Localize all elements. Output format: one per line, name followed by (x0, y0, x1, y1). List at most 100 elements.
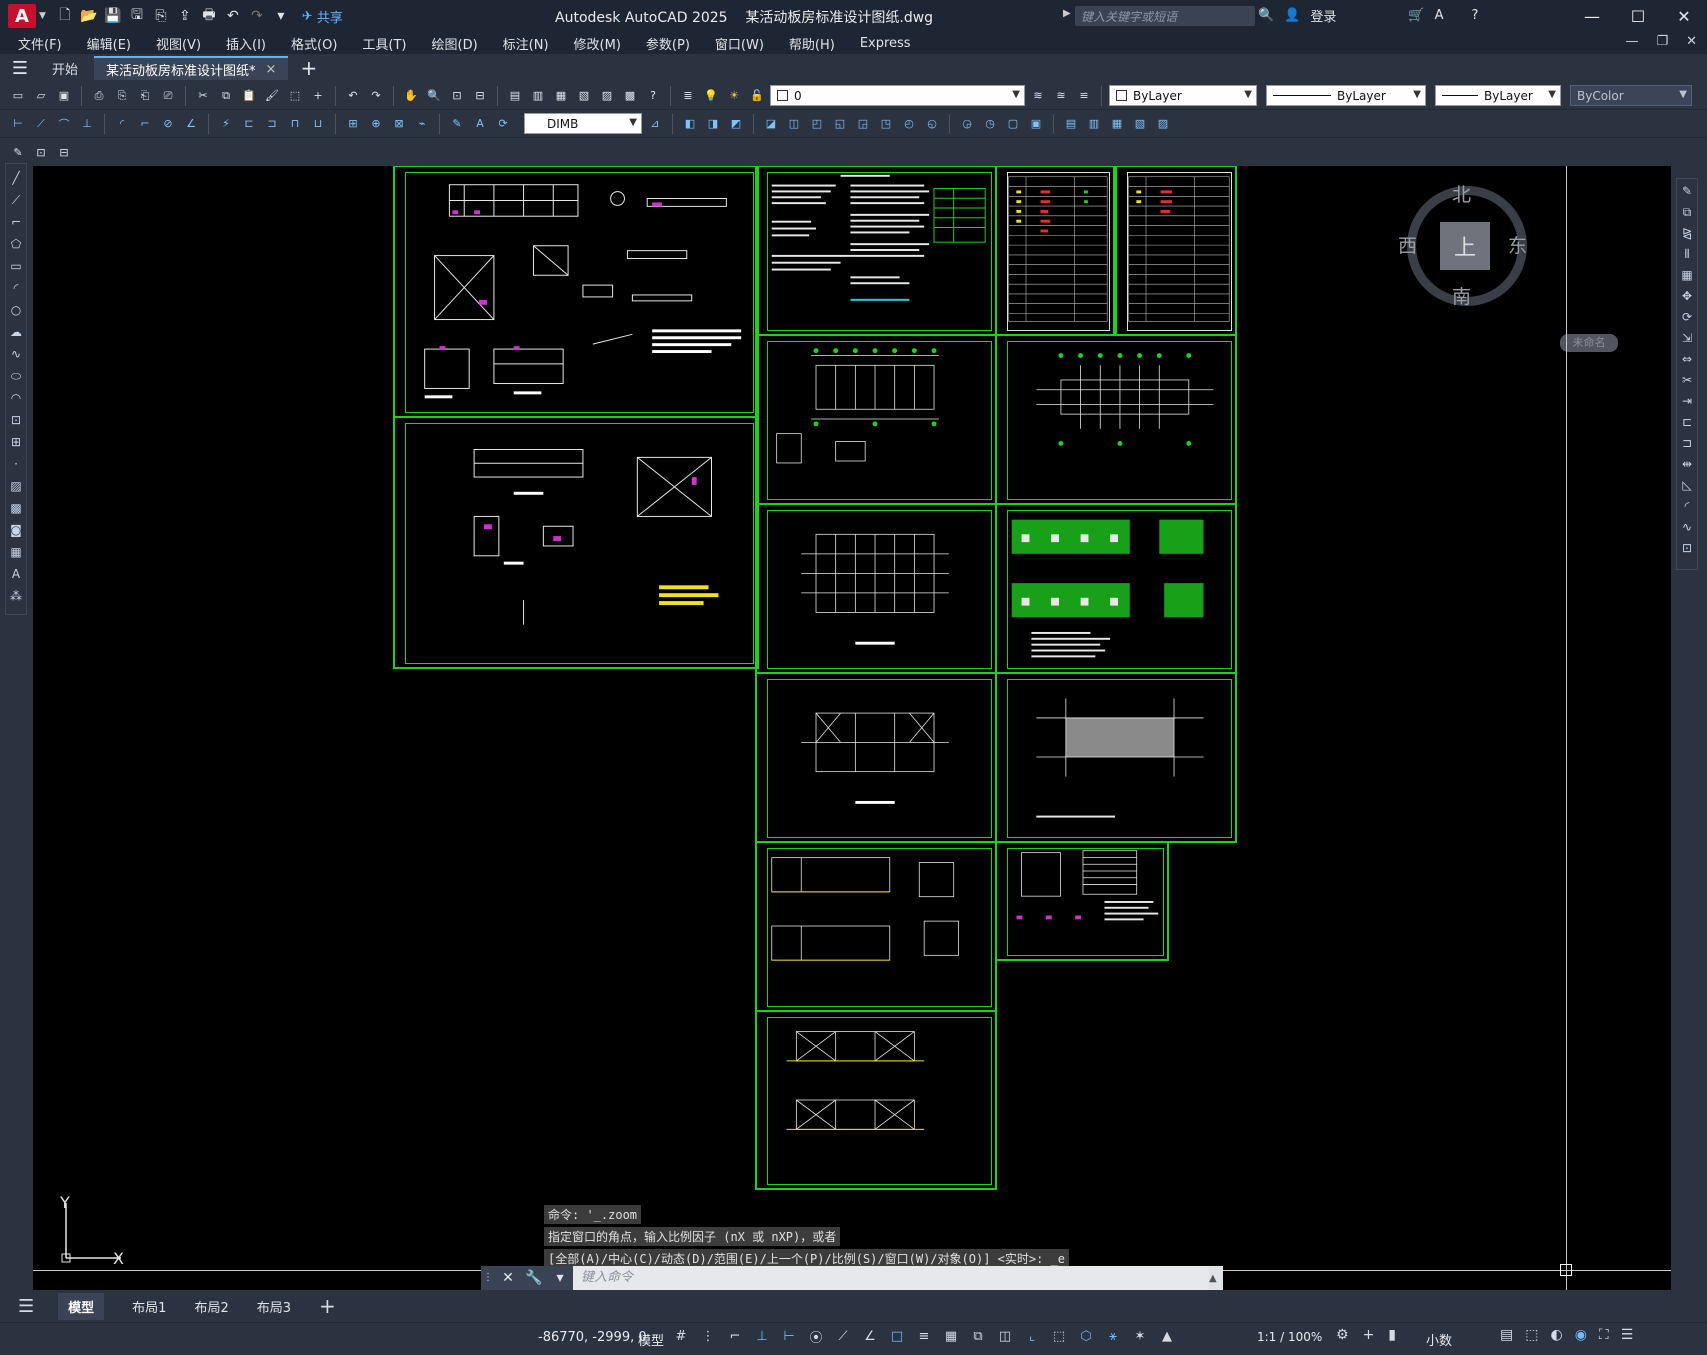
polar-tracking-icon[interactable]: ⦿ (807, 1327, 825, 1346)
extrude-faces-icon[interactable]: ◪ (761, 114, 781, 134)
zoom-previous-icon[interactable]: ⊟ (470, 86, 490, 106)
snap-icon[interactable]: ⋮ (699, 1327, 717, 1345)
rotate-icon[interactable]: ⟳ (1679, 309, 1695, 325)
check-icon[interactable]: ▤ (1061, 114, 1081, 134)
auto-scale-icon[interactable]: ✶ (1131, 1327, 1149, 1345)
viewcube-top-face[interactable]: 上 (1440, 222, 1490, 270)
recent-commands-icon[interactable]: ▾ (547, 1266, 573, 1290)
loft-icon[interactable]: ▨ (1153, 114, 1173, 134)
diameter-dim-icon[interactable]: ⊘ (158, 114, 178, 134)
copy-faces-icon[interactable]: ◴ (899, 114, 919, 134)
drawing-sheet[interactable] (755, 841, 997, 1012)
transparency-icon[interactable]: ▦ (942, 1327, 960, 1345)
offset-icon[interactable]: ⫴ (1679, 246, 1695, 262)
tab-model[interactable]: 模型 (58, 1292, 105, 1320)
viewcube-west[interactable]: 西 (1398, 231, 1417, 258)
match-properties-icon[interactable]: 🖌 (262, 86, 282, 106)
menu-insert[interactable]: 插入(I) (226, 34, 266, 53)
tool-palettes-icon[interactable]: ▦ (551, 86, 571, 106)
dynamic-ucs-icon[interactable]: ⌞ (1023, 1327, 1041, 1345)
annotation-visibility-icon[interactable]: ⚹ (1104, 1327, 1122, 1345)
drawing-sheet[interactable] (755, 334, 997, 505)
drawing-sheet[interactable] (995, 503, 1237, 674)
add-icon[interactable]: + (308, 86, 328, 106)
menu-view[interactable]: 视图(V) (156, 34, 201, 53)
dim-edit-icon[interactable]: ✎ (447, 114, 467, 134)
save-toolbar-icon[interactable]: ▣ (54, 86, 74, 106)
doc-close-icon[interactable]: ✕ (1686, 34, 1697, 49)
jogged-dim-icon[interactable]: ⌐ (135, 114, 155, 134)
ordinate-dim-icon[interactable]: ⊥ (77, 114, 97, 134)
infer-constraints-icon[interactable]: ⊥ (753, 1327, 771, 1345)
region-icon[interactable]: ◙ (8, 522, 24, 538)
layer-properties-icon[interactable]: ≣ (678, 86, 698, 106)
search-expand-icon[interactable]: ▶ (1063, 8, 1071, 19)
sheet-set-icon[interactable]: ▧ (574, 86, 594, 106)
menu-dimension[interactable]: 标注(N) (503, 34, 549, 53)
table-icon[interactable]: ▦ (8, 544, 24, 560)
gizmo-icon[interactable]: ⬡ (1077, 1327, 1095, 1345)
baseline-dim-icon[interactable]: ⊏ (239, 114, 259, 134)
cut-icon[interactable]: ✂ (193, 86, 213, 106)
drawing-sheet[interactable] (755, 672, 997, 843)
cart-icon[interactable]: 🛒 (1408, 8, 1424, 23)
hatch-icon[interactable]: ▨ (8, 478, 24, 494)
plot-icon[interactable]: 🖶 (200, 7, 218, 25)
properties-icon[interactable]: ▤ (505, 86, 525, 106)
linetype-dropdown[interactable]: ByLayer ▼ (1266, 85, 1426, 106)
insert-block-icon[interactable]: ⊡ (8, 412, 24, 428)
close-window-icon[interactable]: ✕ (1661, 0, 1707, 32)
drawing-sheet[interactable] (755, 166, 997, 336)
drawing-sheet[interactable] (995, 672, 1237, 843)
angular-dim-icon[interactable]: ∠ (181, 114, 201, 134)
graphics-performance-icon[interactable]: ◉ (1575, 1327, 1587, 1343)
layer-freeze-icon[interactable]: ☀ (724, 86, 744, 106)
multiline-text-icon[interactable]: A (8, 566, 24, 582)
drawing-sheet[interactable] (995, 841, 1169, 961)
quick-properties-icon[interactable]: ▤ (1500, 1327, 1513, 1343)
annotation-scale-readout[interactable]: 1:1 / 100% (1257, 1330, 1322, 1344)
layer-on-icon[interactable]: 💡 (701, 86, 721, 106)
plotstyle-dropdown[interactable]: ByColor ▼ (1570, 85, 1692, 106)
viewcube-south[interactable]: 南 (1452, 282, 1471, 309)
command-line-grip[interactable]: ⋮ (481, 1266, 495, 1290)
workspace-gear-icon[interactable]: ⚙ (1336, 1327, 1349, 1343)
signin-link[interactable]: 登录 (1310, 6, 1336, 25)
chamfer-icon[interactable]: ◺ (1679, 477, 1695, 493)
drawing-sheet[interactable] (393, 416, 759, 669)
zoom-realtime-icon[interactable]: 🔍 (424, 86, 444, 106)
zoom-window-icon[interactable]: ⊡ (447, 86, 467, 106)
construction-line-icon[interactable]: ⟋ (8, 192, 24, 208)
arc-length-icon[interactable]: ⌒ (54, 114, 74, 134)
rotate-faces-icon[interactable]: ◲ (853, 114, 873, 134)
tab-start[interactable]: 开始 (40, 56, 90, 80)
plot-toolbar-icon[interactable]: ⎙ (89, 86, 109, 106)
stretch-icon[interactable]: ⇔ (1679, 351, 1695, 367)
new-tab-button[interactable]: + (300, 56, 317, 80)
tab-document[interactable]: 某活动板房标准设计图纸* × (94, 56, 289, 80)
break-at-point-icon[interactable]: ⊏ (1679, 414, 1695, 430)
radius-dim-icon[interactable]: ◜ (112, 114, 132, 134)
command-expand-icon[interactable]: ▲ (1209, 1273, 1223, 1284)
menu-modify[interactable]: 修改(M) (574, 34, 621, 53)
polygon-icon[interactable]: ⬠ (8, 236, 24, 252)
shell-icon[interactable]: ▣ (1026, 114, 1046, 134)
explode-icon[interactable]: ⊡ (1679, 540, 1695, 556)
dynamic-input-icon[interactable]: ⊢ (780, 1327, 798, 1345)
save-as-icon[interactable]: 🖫 (128, 7, 146, 25)
layer-lock-icon[interactable]: 🔓 (747, 86, 767, 106)
linear-dim-icon[interactable]: ⊢ (8, 114, 28, 134)
isolate-objects-icon[interactable]: ◐ (1550, 1327, 1562, 1343)
menu-parametric[interactable]: 参数(P) (646, 34, 690, 53)
intersect-icon[interactable]: ◩ (726, 114, 746, 134)
lock-ui-icon[interactable]: ⬚ (1525, 1327, 1538, 1343)
move-icon[interactable]: ✥ (1679, 288, 1695, 304)
array-icon[interactable]: ▦ (1679, 267, 1695, 283)
app-menu-chevron-icon[interactable]: ▼ (39, 11, 46, 21)
dim-style-icon[interactable]: ⊿ (645, 114, 665, 134)
copy-object-icon[interactable]: ⧉ (1679, 204, 1695, 220)
selection-cycling-icon[interactable]: ⧉ (969, 1327, 987, 1345)
qnew-icon[interactable]: ▭ (8, 86, 28, 106)
lineweight-icon[interactable]: ≡ (915, 1327, 933, 1345)
menu-window[interactable]: 窗口(W) (715, 34, 764, 53)
